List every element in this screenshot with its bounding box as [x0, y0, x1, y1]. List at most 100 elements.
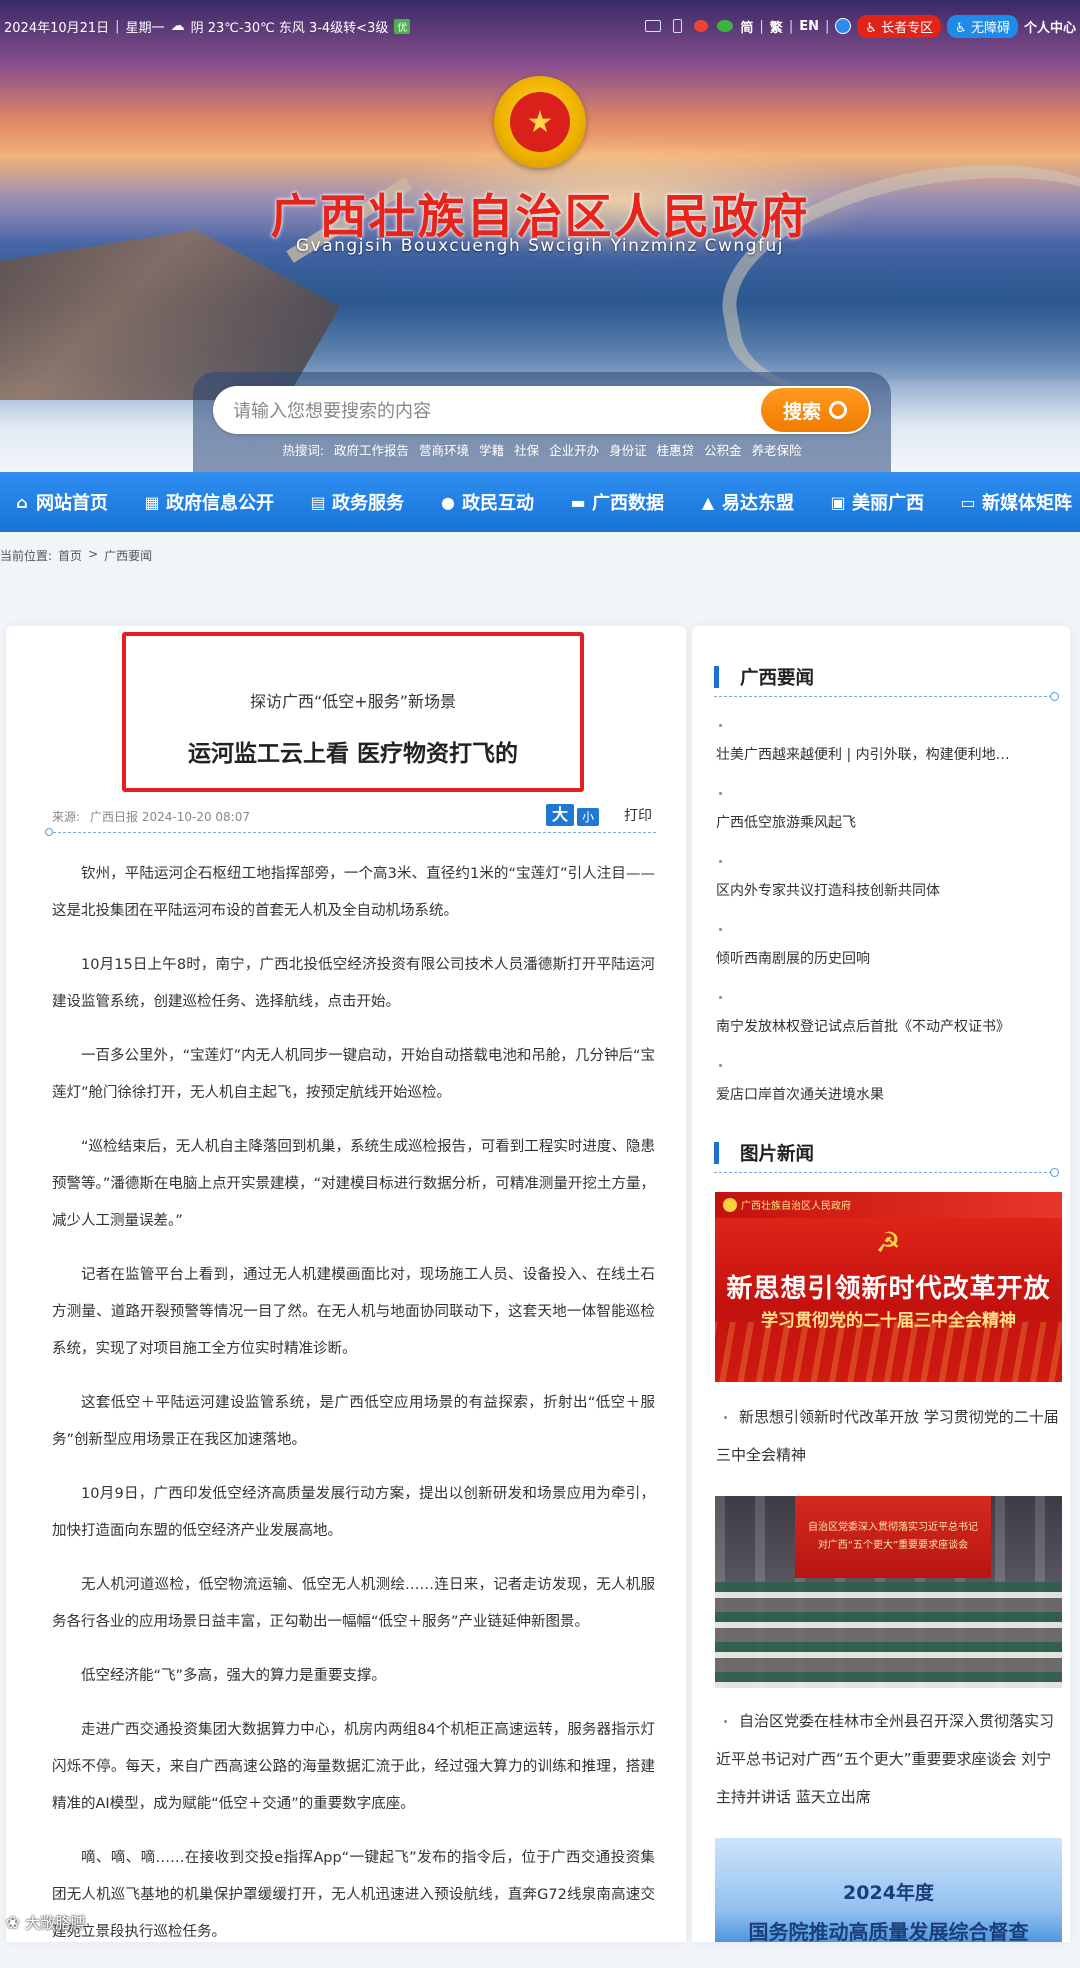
- bullet-dot: [724, 1416, 727, 1419]
- font-size-switch: 大 小: [546, 804, 599, 826]
- watermark: ❀ 大敞胳膊: [6, 1912, 85, 1933]
- article-paragraph: 记者在监管平台上看到，通过无人机建模画面比对，现场施工人员、设备投入、在线土石方…: [52, 1267, 655, 1357]
- photo-news-image[interactable]: 自治区党委深入贯彻落实习近平总书记 对广西“五个更大”重要要求座谈会: [715, 1496, 1062, 1688]
- top-utility-bar: 2024年10月21日 | 星期一 ☁ 阴 23℃-30℃ 东风 3-4级转<3…: [0, 0, 1080, 52]
- search-panel: 搜索 热搜词: 政府工作报告 营商环境 学籍 社保 企业开办 身份证 桂惠贷 公…: [193, 372, 891, 472]
- accessibility-button[interactable]: ♿︎ 无障碍: [947, 14, 1018, 38]
- hot-word-link[interactable]: 学籍: [479, 440, 504, 459]
- image-subheadline: 国务院推动高质量发展综合督查: [748, 1920, 1029, 1942]
- news-item-title: 爱店口岸首次通关进境水果: [716, 1087, 884, 1103]
- photo-news-image[interactable]: 2024年度 国务院推动高质量发展综合督查: [715, 1838, 1062, 1942]
- article-paragraph: 低空经济能“飞”多高，强大的算力是重要支撑。: [81, 1668, 387, 1684]
- header-banner: ★ 广西壮族自治区人民政府 Gvangjsih Bouxcuengh Swcig…: [0, 0, 1080, 472]
- article-paragraph: 这套低空＋平陆运河建设监管系统，是广西低空应用场景的有益探索，折射出“低空＋服务…: [52, 1395, 655, 1448]
- news-item-title: 壮美广西越来越便利 | 内引外联，构建便利地…: [716, 747, 1010, 763]
- data-icon: ▬: [570, 492, 586, 512]
- weibo-icon[interactable]: [692, 17, 710, 35]
- hot-word-link[interactable]: 养老保险: [752, 440, 802, 459]
- breadcrumb-home-link[interactable]: 首页: [58, 547, 82, 564]
- weather-text: 阴 23℃-30℃ 东风 3-4级转<3级: [190, 20, 389, 36]
- site-subtitle: Gvangjsih Bouxcuengh Swcigih Yinzminz Cw…: [296, 236, 784, 256]
- air-quality-badge: 优: [394, 18, 411, 34]
- photo-caption: 自治区党委在桂林市全州县召开深入贯彻落实习近平总书记对广西“五个更大”重要要求座…: [716, 1712, 1055, 1806]
- font-size-small-button[interactable]: 小: [577, 808, 599, 826]
- list-item[interactable]: 壮美广西越来越便利 | 内引外联，构建便利地…: [716, 712, 1066, 780]
- accessibility-label: 无障碍: [970, 20, 1010, 36]
- news-item-title: 倾听西南剧展的历史回响: [716, 951, 870, 967]
- watermark-text: 大敞胳膊: [25, 1914, 86, 1932]
- divider-dot: [1050, 692, 1059, 701]
- hot-word-link[interactable]: 政府工作报告: [334, 440, 409, 459]
- hot-word-link[interactable]: 营商环境: [419, 440, 469, 459]
- photo-caption-link[interactable]: 自治区党委在桂林市全州县召开深入贯彻落实习近平总书记对广西“五个更大”重要要求座…: [716, 1702, 1062, 1816]
- list-item[interactable]: 南宁发放林权登记试点后首批《不动产权证书》: [716, 984, 1066, 1052]
- nav-item-gov-service[interactable]: ▤ 政务服务: [308, 489, 404, 515]
- lang-simplified-link[interactable]: 简: [740, 17, 753, 36]
- image-icon: ▣: [830, 492, 846, 512]
- article-paragraph: “巡检结束后，无人机自主降落回到机巢，系统生成巡检报告，可看到工程实时进度、隐患…: [52, 1139, 655, 1229]
- section-title[interactable]: 广西要闻: [740, 664, 814, 690]
- bullet-dot: [724, 1720, 727, 1723]
- personal-center-link[interactable]: 个人中心: [1024, 17, 1076, 36]
- nav-item-gov-info[interactable]: ▦ 政府信息公开: [142, 489, 274, 515]
- document-icon: ▤: [310, 492, 326, 512]
- news-item-title: 广西低空旅游乘风起飞: [716, 815, 856, 831]
- national-emblem[interactable]: ★: [494, 76, 586, 168]
- breadcrumb-current-link[interactable]: 广西要闻: [104, 547, 152, 564]
- article-paragraph: 10月9日，广西印发低空经济高质量发展行动方案，提出以创新研发和场景应用为牵引，…: [52, 1486, 655, 1539]
- news-item-title: 区内外专家共议打造科技创新共同体: [716, 883, 940, 899]
- news-list: 壮美广西越来越便利 | 内引外联，构建便利地… 广西低空旅游乘风起飞 区内外专家…: [716, 712, 1066, 1120]
- search-input[interactable]: [231, 386, 735, 436]
- search-button[interactable]: 搜索: [761, 388, 869, 432]
- hot-words-label: 热搜词:: [282, 443, 325, 458]
- home-icon: ⌂: [16, 492, 28, 512]
- separator: |: [824, 18, 830, 34]
- elder-zone-button[interactable]: ♿︎ 长者专区: [857, 14, 942, 38]
- image-logo-text: 广西壮族自治区人民政府: [741, 1201, 851, 1212]
- list-item[interactable]: 广西低空旅游乘风起飞: [716, 780, 1066, 848]
- monitor-icon: ▭: [960, 492, 976, 512]
- article-paragraph: 走进广西交通投资集团大数据算力中心，机房内两组84个机柜正高速运转，服务器指示灯…: [52, 1722, 655, 1812]
- hot-word-link[interactable]: 社保: [514, 440, 539, 459]
- nav-item-home[interactable]: ⌂ 网站首页: [12, 489, 108, 515]
- section-divider: [714, 696, 1052, 697]
- photo-news-image[interactable]: 广西壮族自治区人民政府 ☭ 新思想引领新时代改革开放 学习贯彻党的二十届三中全会…: [715, 1192, 1062, 1382]
- wheelchair-icon: ♿︎: [955, 20, 967, 36]
- list-item[interactable]: 爱店口岸首次通关进境水果: [716, 1052, 1066, 1120]
- photo-caption-link[interactable]: 新思想引领新时代改革开放 学习贯彻党的二十届三中全会精神: [716, 1398, 1062, 1474]
- wechat-icon[interactable]: [716, 17, 734, 35]
- globe-icon[interactable]: [835, 18, 852, 34]
- nav-item-data[interactable]: ▬ 广西数据: [568, 489, 664, 515]
- mail-icon[interactable]: [644, 17, 662, 35]
- search-box: 搜索: [213, 386, 871, 436]
- list-item[interactable]: 区内外专家共议打造科技创新共同体: [716, 848, 1066, 916]
- meeting-screen: 自治区党委深入贯彻落实习近平总书记 对广西“五个更大”重要要求座谈会: [795, 1496, 991, 1578]
- meeting-screen-text: 自治区党委深入贯彻落实习近平总书记: [808, 1522, 978, 1533]
- print-button[interactable]: 打印: [624, 805, 652, 825]
- section-title[interactable]: 图片新闻: [740, 1140, 814, 1166]
- breadcrumb: 当前位置: 首页 > 广西要闻: [0, 547, 152, 564]
- hot-word-link[interactable]: 企业开办: [549, 440, 599, 459]
- lang-traditional-link[interactable]: 繁: [770, 17, 783, 36]
- meeting-screen-text: 对广西“五个更大”重要要求座谈会: [817, 1540, 969, 1551]
- nav-item-label: 政民互动: [462, 493, 534, 514]
- list-item[interactable]: 倾听西南剧展的历史回响: [716, 916, 1066, 984]
- hot-word-link[interactable]: 桂惠贷: [657, 440, 695, 459]
- nav-item-asean[interactable]: ▲ 易达东盟: [698, 489, 794, 515]
- mobile-icon[interactable]: [668, 17, 686, 35]
- source-label: 来源:: [52, 809, 81, 824]
- hot-word-link[interactable]: 公积金: [704, 440, 742, 459]
- nav-item-interaction[interactable]: ● 政民互动: [438, 489, 534, 515]
- article-paragraph: 嘀、嘀、嘀……在接收到交投e指挥App“一键起飞”发布的指令后，位于广西交通投资…: [52, 1850, 655, 1940]
- nav-item-beautiful-guangxi[interactable]: ▣ 美丽广西: [828, 489, 924, 515]
- photo-caption: 新思想引领新时代改革开放 学习贯彻党的二十届三中全会精神: [716, 1408, 1059, 1464]
- font-size-large-button[interactable]: 大: [546, 804, 574, 826]
- lang-english-link[interactable]: EN: [799, 19, 819, 34]
- hot-word-link[interactable]: 身份证: [609, 440, 647, 459]
- search-icon: [829, 401, 847, 419]
- current-date: 2024年10月21日: [4, 20, 110, 36]
- article-body: 钦州，平陆运河企石枢纽工地指挥部旁，一个高3米、直径约1米的“宝莲灯”引人注目—…: [52, 856, 655, 1968]
- divider-dot: [45, 828, 53, 836]
- nav-item-new-media[interactable]: ▭ 新媒体矩阵: [958, 489, 1072, 515]
- elder-icon: ♿︎: [865, 20, 878, 36]
